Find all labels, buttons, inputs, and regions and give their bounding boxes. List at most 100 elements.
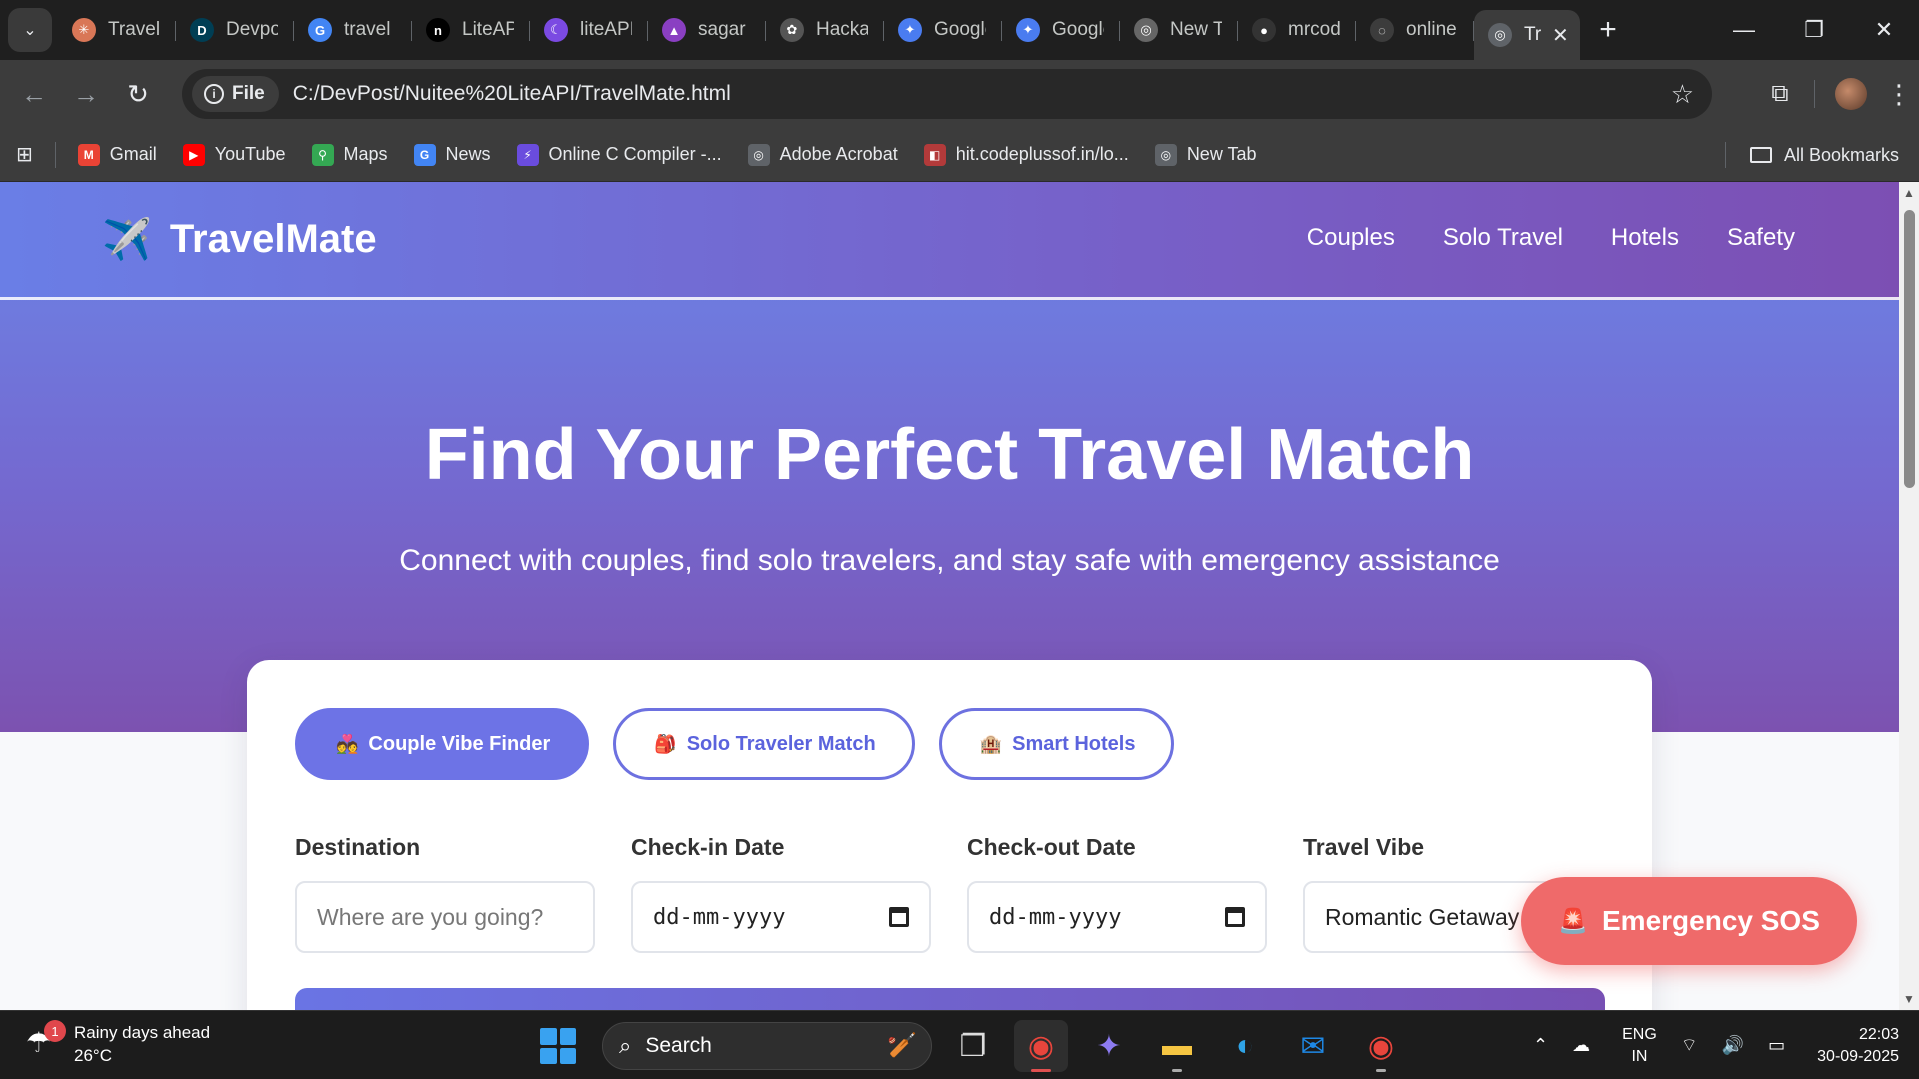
- forward-button[interactable]: →: [60, 68, 112, 120]
- volume-icon[interactable]: 🔊: [1722, 1035, 1744, 1056]
- page-scrollbar[interactable]: ▲ ▼: [1899, 182, 1919, 1010]
- tab-9[interactable]: ◎ New Tab: [1120, 10, 1238, 50]
- back-button[interactable]: ←: [8, 68, 60, 120]
- tab-smart-hotels[interactable]: 🏨 Smart Hotels: [938, 708, 1175, 780]
- tab-label: Solo Traveler Match: [686, 732, 876, 755]
- globe-icon: ◎: [747, 143, 770, 166]
- chrome-profile-icon[interactable]: ◉: [1354, 1020, 1408, 1072]
- bookmark-4[interactable]: ⚡ Online C Compiler -...: [516, 143, 722, 166]
- task-view-icon[interactable]: ❐: [946, 1020, 1000, 1072]
- globe-icon: ◎: [1488, 23, 1512, 47]
- new-tab-button[interactable]: +: [1586, 8, 1630, 52]
- calendar-icon[interactable]: [889, 907, 909, 927]
- couple-icon: 💑: [336, 733, 359, 754]
- tab-title: Devpost: [226, 19, 278, 40]
- bookmark-1[interactable]: ▶ YouTube: [182, 143, 286, 166]
- hotel-icon: 🏨: [979, 733, 1003, 754]
- bookmark-5[interactable]: ◎ Adobe Acrobat: [747, 143, 898, 166]
- tab-7[interactable]: ✦ Google: [884, 10, 1002, 50]
- checkout-date-input[interactable]: dd-mm-yyyy: [967, 881, 1267, 953]
- tab-title: Travel: [108, 19, 160, 40]
- site-info-chip[interactable]: i File: [192, 76, 279, 112]
- close-window-button[interactable]: ✕: [1849, 0, 1919, 60]
- all-bookmarks-label: All Bookmarks: [1783, 144, 1899, 165]
- url-text[interactable]: C:/DevPost/Nuitee%20LiteAPI/TravelMate.h…: [293, 82, 731, 106]
- tab-title: New Tab: [1170, 19, 1222, 40]
- restore-button[interactable]: ❐: [1779, 0, 1849, 60]
- bookmark-label: YouTube: [214, 144, 286, 164]
- emergency-sos-button[interactable]: 🚨 Emergency SOS: [1521, 877, 1857, 965]
- taskbar-search[interactable]: ⌕ Search 🏏: [602, 1022, 932, 1070]
- scroll-down-arrow-icon[interactable]: ▼: [1903, 992, 1915, 1006]
- apps-grid-icon[interactable]: ⊞: [16, 142, 33, 167]
- tab-0[interactable]: ✳ Travel: [58, 10, 176, 50]
- claude-icon: ✳: [72, 18, 96, 42]
- bookmark-3[interactable]: G News: [413, 143, 491, 166]
- search-button[interactable]: [295, 988, 1605, 1010]
- scrollbar-thumb[interactable]: [1904, 210, 1915, 488]
- notification-badge: 1: [44, 1020, 66, 1042]
- destination-input[interactable]: Where are you going?: [295, 881, 595, 953]
- file-explorer-icon[interactable]: ▬: [1150, 1020, 1204, 1072]
- logo-text: TravelMate: [169, 217, 377, 261]
- clock[interactable]: 22:03 30-09-2025: [1817, 1024, 1899, 1068]
- weather-widget[interactable]: ☂ 1 Rainy days ahead 26°C: [26, 1020, 210, 1067]
- nav-link-safety[interactable]: Safety: [1727, 224, 1795, 252]
- destination-field-group: Destination Where are you going?: [295, 834, 595, 953]
- nav-link-hotels[interactable]: Hotels: [1611, 224, 1679, 252]
- tab-solo-traveler-match[interactable]: 🎒 Solo Traveler Match: [613, 708, 915, 780]
- browser-toolbar: ← → ↻ i File C:/DevPost/Nuitee%20LiteAPI…: [0, 60, 1919, 128]
- bookmark-label: Online C Compiler -...: [548, 144, 722, 164]
- tab-3[interactable]: n LiteAPI: [412, 10, 530, 50]
- menu-kebab-icon[interactable]: ⋮: [1879, 79, 1919, 110]
- checkin-date-input[interactable]: dd-mm-yyyy: [631, 881, 931, 953]
- address-bar[interactable]: i File C:/DevPost/Nuitee%20LiteAPI/Trave…: [182, 69, 1712, 119]
- hero-subtitle: Connect with couples, find solo traveler…: [399, 544, 1500, 577]
- tab-2[interactable]: Gtravel: [294, 10, 412, 50]
- bookmark-7[interactable]: ◎ New Tab: [1154, 143, 1257, 166]
- onedrive-cloud-icon[interactable]: ☁: [1572, 1035, 1590, 1056]
- tab-4[interactable]: ☾ liteAPI: [530, 10, 648, 50]
- chevron-up-icon[interactable]: ⌃: [1533, 1035, 1548, 1056]
- all-bookmarks-button[interactable]: All Bookmarks: [1724, 128, 1899, 182]
- tab-search-button[interactable]: ⌄: [8, 8, 52, 52]
- tab-5[interactable]: ▲ sagar: [648, 10, 766, 50]
- scroll-up-arrow-icon[interactable]: ▲: [1903, 186, 1915, 200]
- checkout-field-group: Check-out Date dd-mm-yyyy: [967, 834, 1267, 953]
- extensions-icon[interactable]: ⧉: [1754, 80, 1806, 108]
- notion-icon: n: [426, 18, 450, 42]
- checkin-field-group: Check-in Date dd-mm-yyyy: [631, 834, 931, 953]
- checkout-label: Check-out Date: [967, 834, 1136, 860]
- battery-icon[interactable]: ▭: [1768, 1035, 1785, 1056]
- profile-avatar[interactable]: [1835, 78, 1867, 110]
- calendar-icon[interactable]: [1225, 907, 1245, 927]
- tab-couple-vibe-finder[interactable]: 💑 Couple Vibe Finder: [295, 708, 590, 780]
- wifi-icon[interactable]: ⌔: [1681, 1034, 1698, 1057]
- nav-link-couples[interactable]: Couples: [1307, 224, 1395, 252]
- site-logo[interactable]: ✈️ TravelMate: [102, 216, 377, 263]
- windows-start-icon[interactable]: [540, 1028, 576, 1064]
- tab-8[interactable]: ✦ Google: [1002, 10, 1120, 50]
- tab-11[interactable]: ◌ online: [1356, 10, 1474, 50]
- bookmark-0[interactable]: M Gmail: [77, 143, 157, 166]
- tab-active[interactable]: ◎ Tr ✕: [1474, 10, 1580, 60]
- tab-10[interactable]: ● mrcoder: [1238, 10, 1356, 50]
- reload-button[interactable]: ↻: [112, 68, 164, 120]
- chrome-taskbar-icon[interactable]: ◉: [1014, 1020, 1068, 1072]
- bookmark-2[interactable]: ⚲ Maps: [311, 143, 388, 166]
- outlook-icon[interactable]: ✉: [1286, 1020, 1340, 1072]
- minimize-button[interactable]: —: [1709, 0, 1779, 60]
- nav-link-solo-travel[interactable]: Solo Travel: [1443, 224, 1563, 252]
- tab-1[interactable]: D Devpost: [176, 10, 294, 50]
- checkin-date-value: dd-mm-yyyy: [653, 904, 786, 930]
- bookmark-6[interactable]: ◧ hit.codeplussof.in/lo...: [923, 143, 1129, 166]
- close-tab-icon[interactable]: ✕: [1552, 23, 1569, 48]
- hero-title: Find Your Perfect Travel Match: [424, 415, 1475, 495]
- tab-6[interactable]: ✿ Hackathon: [766, 10, 884, 50]
- language-indicator[interactable]: ENG IN: [1622, 1024, 1657, 1068]
- tab-title: Google: [1052, 19, 1104, 40]
- copilot-icon[interactable]: ✦: [1082, 1020, 1136, 1072]
- edge-icon[interactable]: ◐: [1218, 1020, 1272, 1072]
- bookmark-star-icon[interactable]: ☆: [1671, 79, 1694, 110]
- tab-title: sagar: [698, 19, 746, 40]
